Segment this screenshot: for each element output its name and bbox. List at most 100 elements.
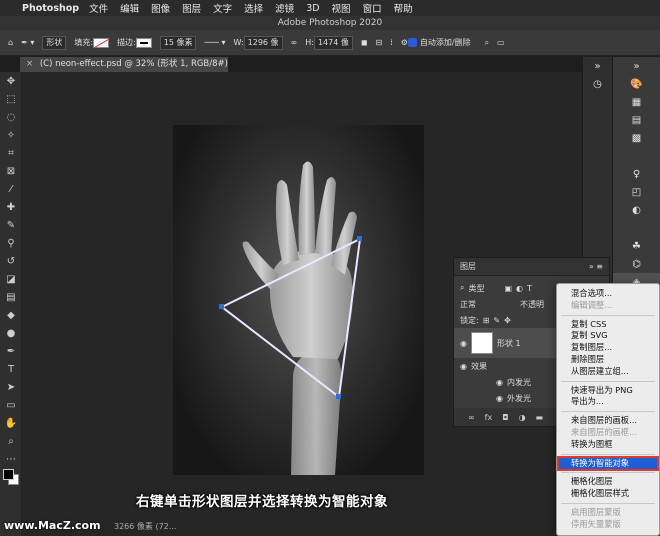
menu-blending-options[interactable]: 混合选项... <box>557 288 659 300</box>
menu-quick-export-png[interactable]: 快速导出为 PNG <box>557 385 659 397</box>
marquee-tool-icon[interactable]: ⬚ <box>0 90 22 108</box>
link-icon[interactable]: ∞ <box>291 38 298 47</box>
frame-tool-icon[interactable]: ⊠ <box>0 162 22 180</box>
gradient-tool-icon[interactable]: ▤ <box>0 288 22 306</box>
stroke-swatch[interactable] <box>135 37 152 48</box>
search-icon[interactable]: ⌕ <box>485 38 489 48</box>
menu-convert-to-smart-object[interactable]: 转换为智能对象 <box>557 455 659 472</box>
zoom-tool-icon[interactable]: ⌕ <box>0 432 22 450</box>
color-panel-icon[interactable]: 🎨 <box>613 75 660 93</box>
path-selection-tool-icon[interactable]: ➤ <box>0 378 22 396</box>
width-field[interactable]: 1296 像 <box>243 35 283 50</box>
crop-tool-icon[interactable]: ⌗ <box>0 144 22 162</box>
menu-edit[interactable]: 编辑 <box>120 1 139 15</box>
gradients-panel-icon[interactable]: ▤ <box>613 111 660 129</box>
panel-collapse-icon[interactable]: » <box>583 57 612 75</box>
workspace-icon[interactable]: ▭ <box>497 38 505 47</box>
healing-brush-tool-icon[interactable]: ✚ <box>0 198 22 216</box>
menu-window[interactable]: 窗口 <box>363 1 382 15</box>
height-field[interactable]: 1474 像 <box>313 35 353 50</box>
filter-type-icon[interactable]: T <box>527 284 532 293</box>
fx-icon[interactable]: fx <box>485 413 493 422</box>
panel-menu-icon[interactable]: » ≡ <box>589 258 603 275</box>
path-align-icon[interactable]: ⊟ <box>375 38 382 47</box>
gear-icon[interactable]: ⚙ <box>401 38 408 47</box>
clone-stamp-tool-icon[interactable]: ⚲ <box>0 234 22 252</box>
eraser-tool-icon[interactable]: ◪ <box>0 270 22 288</box>
menu-image[interactable]: 图像 <box>151 1 170 15</box>
new-group-icon[interactable]: ▬ <box>536 413 544 422</box>
filter-adjust-icon[interactable]: ◐ <box>516 284 523 293</box>
filter-pixel-icon[interactable]: ▣ <box>504 284 512 293</box>
close-tab-icon[interactable]: × <box>26 59 33 69</box>
menu-delete-layer[interactable]: 删除图层 <box>557 354 659 366</box>
lock-transparency-icon[interactable]: ⊞ <box>483 316 490 325</box>
artwork-canvas[interactable] <box>173 125 424 475</box>
swatches-panel-icon[interactable]: ▦ <box>613 93 660 111</box>
anchor-point[interactable] <box>357 236 362 241</box>
history-panel-icon[interactable]: ◷ <box>583 75 612 93</box>
anchor-point[interactable] <box>336 394 341 399</box>
type-tool-icon[interactable]: T <box>0 360 22 378</box>
menu-copy-css[interactable]: 复制 CSS <box>557 319 659 331</box>
menu-3d[interactable]: 3D <box>306 3 319 14</box>
menu-view[interactable]: 视图 <box>332 1 351 15</box>
menu-select[interactable]: 选择 <box>244 1 263 15</box>
menu-copy-svg[interactable]: 复制 SVG <box>557 330 659 342</box>
effects-eye-icon[interactable]: ◉ <box>460 362 467 371</box>
triangle-shape-path[interactable] <box>173 125 424 475</box>
link-layers-icon[interactable]: ∞ <box>468 413 475 422</box>
document-tab[interactable]: × (C) neon-effect.psd @ 32% (形状 1, RGB/8… <box>20 57 228 84</box>
magic-wand-tool-icon[interactable]: ✧ <box>0 126 22 144</box>
lock-position-icon[interactable]: ✥ <box>504 316 511 325</box>
lasso-tool-icon[interactable]: ◌ <box>0 108 22 126</box>
paths-panel-icon[interactable]: ⌬ <box>613 255 660 273</box>
adjustments-panel-icon[interactable]: ◐ <box>613 201 660 219</box>
foreground-color-swatch[interactable] <box>3 469 14 480</box>
filter-search-icon[interactable]: ⌕ <box>460 283 464 293</box>
eyedropper-tool-icon[interactable]: ⁄ <box>0 180 22 198</box>
blend-mode-select[interactable]: 正常 <box>460 299 476 310</box>
more-tools-icon[interactable]: ⋯ <box>0 450 22 468</box>
auto-add-delete-checkbox[interactable] <box>407 38 417 47</box>
visibility-eye-icon[interactable]: ◉ <box>460 339 467 348</box>
effect-eye-icon[interactable]: ◉ <box>496 394 503 403</box>
menu-layer[interactable]: 图层 <box>182 1 201 15</box>
menu-type[interactable]: 文字 <box>213 1 232 15</box>
shape-tool-icon[interactable]: ▭ <box>0 396 22 414</box>
shape-mode-select[interactable]: 形状 <box>42 35 67 50</box>
menu-filter[interactable]: 滤镜 <box>275 1 294 15</box>
menu-export-as[interactable]: 导出为... <box>557 396 659 408</box>
menu-help[interactable]: 帮助 <box>394 1 413 15</box>
menu-rasterize-layer-style[interactable]: 栅格化图层样式 <box>557 488 659 500</box>
lock-image-icon[interactable]: ✎ <box>493 316 500 325</box>
libraries-panel-icon[interactable]: ◰ <box>613 183 660 201</box>
menu-app-name[interactable]: Photoshop <box>22 3 79 14</box>
layer-name[interactable]: 形状 1 <box>497 338 521 349</box>
menu-rasterize-layer[interactable]: 栅格化图层 <box>557 476 659 488</box>
menu-duplicate-layer[interactable]: 复制图层... <box>557 342 659 354</box>
blur-tool-icon[interactable]: ◆ <box>0 306 22 324</box>
patterns-panel-icon[interactable]: ▩ <box>613 129 660 147</box>
history-brush-tool-icon[interactable]: ↺ <box>0 252 22 270</box>
pen-tool-icon[interactable]: ✒ <box>0 342 22 360</box>
move-tool-icon[interactable]: ✥ <box>0 72 22 90</box>
path-ops-icon[interactable]: ◼ <box>361 38 368 47</box>
menu-artboard-from-layers[interactable]: 来自图层的画板... <box>557 415 659 427</box>
add-mask-icon[interactable]: ◘ <box>502 413 508 422</box>
effect-eye-icon[interactable]: ◉ <box>496 378 503 387</box>
stroke-width-field[interactable]: 15 像素 <box>159 35 197 50</box>
stroke-type-select[interactable]: ─── ▾ <box>204 38 225 47</box>
home-icon[interactable]: ⌂ <box>8 38 13 47</box>
brush-tool-icon[interactable]: ✎ <box>0 216 22 234</box>
channels-panel-icon[interactable]: ☘ <box>613 237 660 255</box>
layer-filter-select[interactable]: 类型 <box>468 283 484 294</box>
menu-file[interactable]: 文件 <box>89 1 108 15</box>
dodge-tool-icon[interactable]: ● <box>0 324 22 342</box>
menu-group-from-layers[interactable]: 从图层建立组... <box>557 366 659 378</box>
hand-tool-icon[interactable]: ✋ <box>0 414 22 432</box>
learn-panel-icon[interactable]: ♀ <box>613 165 660 183</box>
menu-convert-to-frame[interactable]: 转换为图框 <box>557 439 659 451</box>
anchor-point[interactable] <box>219 304 224 309</box>
pen-tool-preset-icon[interactable]: ✒ ▾ <box>21 38 34 47</box>
